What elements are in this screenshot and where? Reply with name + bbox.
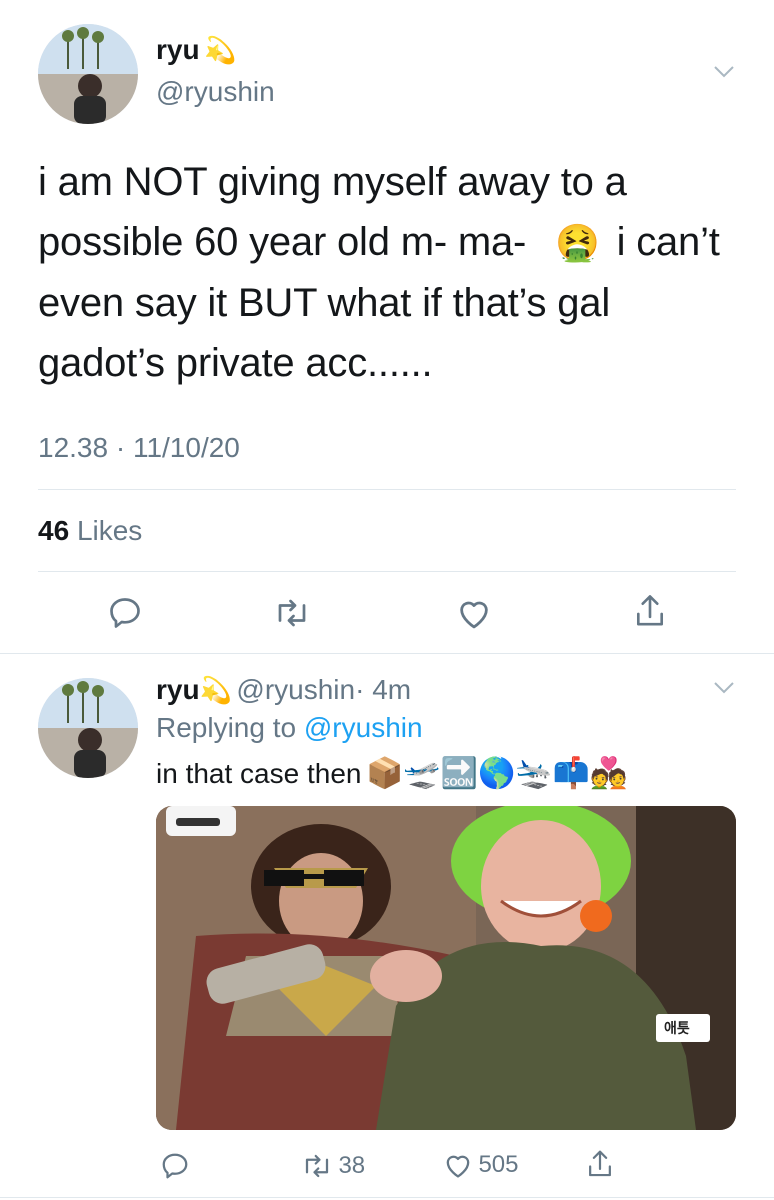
image-caption: 애틋 bbox=[664, 1021, 690, 1037]
likes-label: Likes bbox=[76, 515, 143, 546]
replying-to: Replying to @ryushin bbox=[156, 712, 423, 743]
section-divider bbox=[0, 653, 774, 654]
likes-count: 46 bbox=[38, 515, 70, 546]
section-divider bbox=[0, 1197, 774, 1198]
avatar[interactable] bbox=[38, 24, 138, 124]
soon-arrow-emoji: 🔜 bbox=[440, 757, 479, 790]
divider bbox=[38, 489, 736, 490]
tweet-line: even say it BUT what if that’s gal bbox=[38, 281, 611, 325]
chevron-down-icon[interactable] bbox=[714, 682, 734, 694]
share-icon[interactable] bbox=[585, 1148, 615, 1180]
photo-illustration bbox=[156, 806, 736, 1130]
display-name[interactable]: ryu bbox=[156, 674, 200, 705]
package-emoji: 📦 bbox=[365, 757, 404, 790]
couple-kiss-emoji: 💑 bbox=[590, 757, 628, 790]
dizzy-emoji: 💫 bbox=[204, 35, 237, 65]
divider bbox=[38, 571, 736, 572]
reply-icon[interactable] bbox=[160, 1151, 190, 1181]
share-icon[interactable] bbox=[632, 592, 668, 630]
chevron-down-icon[interactable] bbox=[714, 66, 734, 78]
replying-to-link[interactable]: @ryushin bbox=[304, 712, 423, 743]
like-count: 505 bbox=[478, 1151, 519, 1178]
author-name-row[interactable]: ryu 💫 bbox=[156, 34, 236, 66]
avatar-photo bbox=[38, 678, 138, 778]
reply-text: in that case then 📦🛫🔜🌎🛬📫💑 bbox=[156, 757, 628, 790]
likes-summary[interactable]: 46 Likes bbox=[38, 515, 142, 547]
reply-icon[interactable] bbox=[107, 595, 143, 631]
like-icon[interactable] bbox=[455, 596, 493, 630]
tweet-line: possible 60 year old m- ma- 🤮 i can’t bbox=[38, 220, 720, 264]
airplane-departure-emoji: 🛫 bbox=[403, 757, 441, 790]
retweet-icon[interactable] bbox=[272, 595, 312, 631]
retweet-count: 38 bbox=[338, 1152, 366, 1179]
retweet-action[interactable]: 38 bbox=[300, 1151, 365, 1181]
author-handle[interactable]: @ryushin bbox=[236, 674, 355, 705]
retweet-icon[interactable] bbox=[300, 1151, 334, 1181]
author-handle[interactable]: @ryushin bbox=[156, 76, 275, 108]
dizzy-emoji: 💫 bbox=[199, 675, 232, 705]
reply-author-row[interactable]: ryu💫 @ryushin· 4m bbox=[156, 674, 411, 706]
nauseated-emoji: 🤮 bbox=[555, 222, 600, 263]
airplane-arrival-emoji: 🛬 bbox=[515, 757, 553, 790]
avatar-photo bbox=[38, 24, 138, 124]
time-ago: · 4m bbox=[355, 674, 412, 705]
globe-emoji: 🌎 bbox=[478, 757, 516, 790]
like-action[interactable]: 505 bbox=[442, 1151, 519, 1179]
tweet-line: i am NOT giving myself away to a bbox=[38, 160, 627, 204]
like-icon[interactable] bbox=[442, 1151, 474, 1179]
tweet-line: gadot’s private acc...... bbox=[38, 341, 433, 385]
tweet-text: i am NOT giving myself away to a possibl… bbox=[38, 152, 738, 393]
tweet-timestamp[interactable]: 12.38 · 11/10/20 bbox=[38, 432, 240, 464]
display-name[interactable]: ryu bbox=[156, 34, 200, 65]
mailbox-emoji: 📫 bbox=[552, 757, 591, 790]
attached-photo[interactable]: 애틋 bbox=[156, 806, 736, 1130]
avatar[interactable] bbox=[38, 678, 138, 778]
